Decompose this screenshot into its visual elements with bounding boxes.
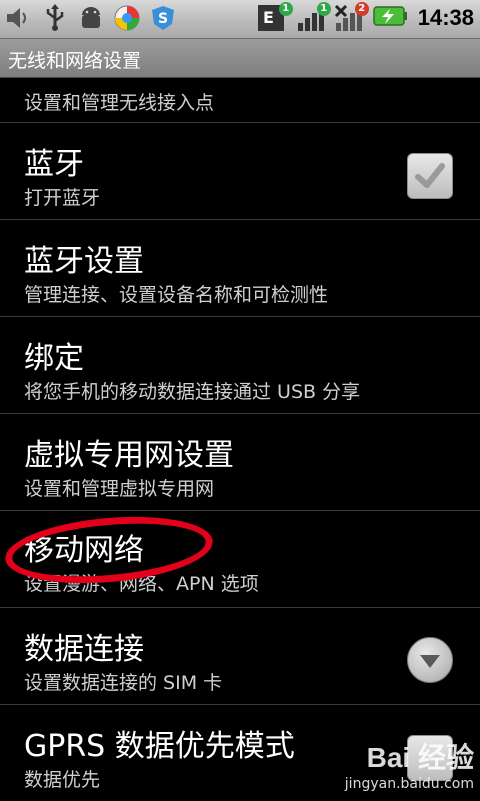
list-item-tethering[interactable]: 绑定 将您手机的移动数据连接通过 USB 分享: [0, 317, 480, 414]
usb-icon: [40, 3, 70, 33]
bluetooth-checkbox[interactable]: [407, 153, 453, 199]
list-item-summary: 设置数据连接的 SIM 卡: [24, 672, 223, 694]
volume-icon: [4, 3, 34, 33]
battery-charging-icon: [372, 5, 408, 31]
sim3-badge: 2: [354, 2, 369, 16]
signal-strength-icon: 1: [296, 2, 331, 33]
watermark-url: jingyan.baidu.com: [344, 776, 474, 792]
data-connection-dropdown[interactable]: [407, 637, 453, 683]
baidu-watermark: Bai 经验 jingyan.baidu.com: [345, 736, 474, 792]
app-s-icon: S: [148, 3, 178, 33]
settings-list: 设置和管理无线接入点 蓝牙 打开蓝牙 蓝牙设置 管理连接、设置设备名称和可检测性…: [0, 78, 480, 801]
system-status-icons: E 1 1 2 14:38: [257, 2, 474, 33]
list-item-bluetooth-settings[interactable]: 蓝牙设置 管理连接、设置设备名称和可检测性: [0, 220, 480, 317]
list-item-title: 蓝牙设置: [24, 244, 144, 279]
android-debug-icon: [76, 3, 106, 33]
notification-icons: S: [4, 3, 178, 33]
list-item-summary: 设置和管理虚拟专用网: [24, 478, 215, 500]
svg-text:S: S: [158, 11, 168, 27]
list-item-summary: 设置和管理无线接入点: [24, 92, 215, 114]
list-item-title: 蓝牙: [24, 147, 84, 182]
page-title: 无线和网络设置: [8, 50, 142, 72]
list-item-summary: 管理连接、设置设备名称和可检测性: [24, 284, 329, 306]
list-item-data-connection[interactable]: 数据连接 设置数据连接的 SIM 卡: [0, 608, 480, 705]
status-bar: S E 1 1 2 14:38: [0, 0, 480, 39]
list-item-summary: 将您手机的移动数据连接通过 USB 分享: [24, 381, 361, 403]
title-bar: 无线和网络设置: [0, 39, 480, 78]
list-item-summary: 数据优先: [24, 769, 101, 791]
list-item-title: 虚拟专用网设置: [24, 438, 234, 473]
sim2-badge: 1: [316, 2, 331, 16]
sim1-badge: 1: [278, 2, 293, 16]
list-item-vpn-settings[interactable]: 虚拟专用网设置 设置和管理虚拟专用网: [0, 414, 480, 511]
list-item-title: GPRS 数据优先模式: [24, 729, 295, 764]
svg-text:E: E: [263, 8, 274, 27]
watermark-logo: Bai 经验: [366, 742, 474, 773]
list-item-title: 绑定: [24, 341, 84, 376]
clock: 14:38: [417, 5, 474, 30]
list-item-title: 数据连接: [24, 632, 144, 667]
list-item-wifi-settings[interactable]: 设置和管理无线接入点: [0, 78, 480, 123]
check-icon: [415, 163, 445, 188]
list-item-summary: 打开蓝牙: [24, 187, 101, 209]
list-item-bluetooth[interactable]: 蓝牙 打开蓝牙: [0, 123, 480, 220]
no-signal-icon: 2: [334, 2, 369, 33]
browser-icon: [112, 3, 142, 33]
chevron-down-icon: [420, 655, 440, 668]
network-type-e-icon: E 1: [257, 2, 293, 33]
